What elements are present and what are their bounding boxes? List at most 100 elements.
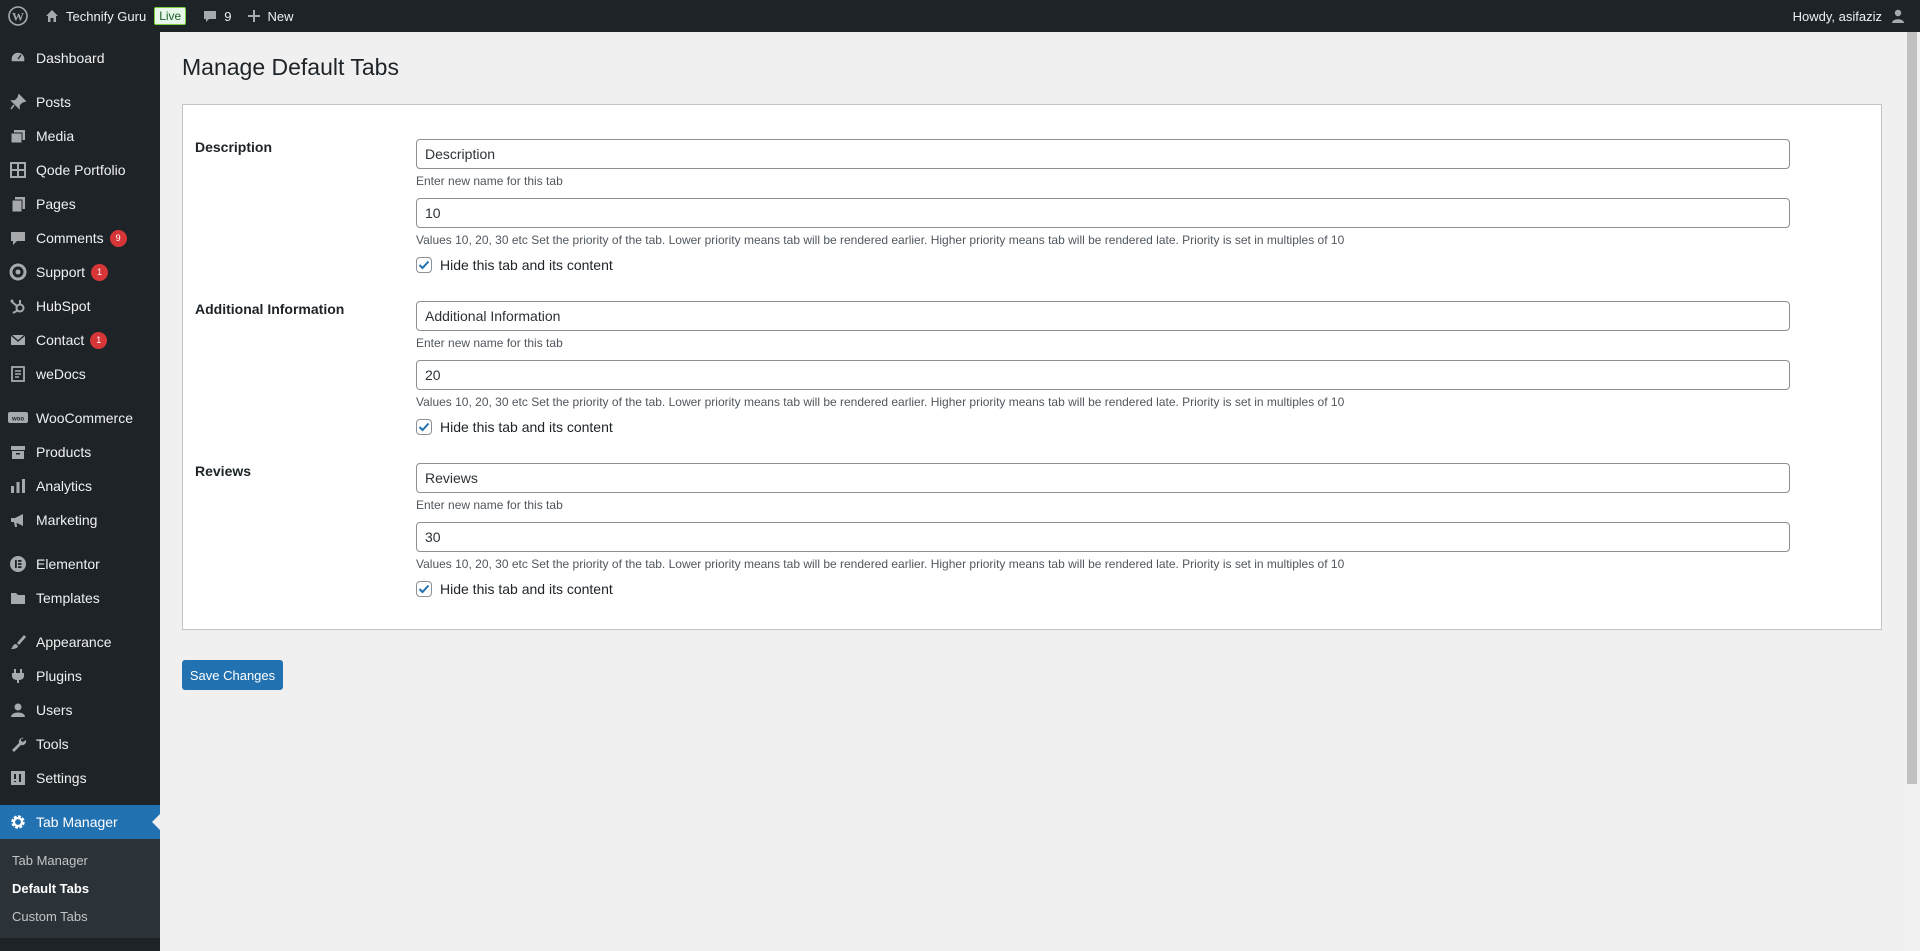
menu-settings[interactable]: Settings xyxy=(0,761,160,795)
tab-name-hint: Enter new name for this tab xyxy=(416,498,563,512)
menu-label: Elementor xyxy=(36,556,100,572)
howdy-text: Howdy, asifaziz xyxy=(1792,8,1882,24)
menu-posts[interactable]: Posts xyxy=(0,85,160,119)
hide-tab-option: Hide this tab and its content xyxy=(416,419,1869,435)
hide-tab-option: Hide this tab and its content xyxy=(416,581,1869,597)
menu-label: Comments xyxy=(36,230,104,246)
woo-icon: woo xyxy=(8,408,28,428)
checkmark-icon xyxy=(418,584,430,594)
hide-tab-label: Hide this tab and its content xyxy=(440,419,613,435)
menu-label: Analytics xyxy=(36,478,93,494)
tab-label: Additional Information xyxy=(195,301,345,317)
grid-icon xyxy=(8,160,28,180)
submenu-default-tabs[interactable]: Default Tabs xyxy=(0,874,160,902)
dashboard-icon xyxy=(8,48,28,68)
menu-label: Products xyxy=(36,444,92,460)
menu-label: Contact xyxy=(36,332,85,348)
menu-label: Settings xyxy=(36,770,87,786)
tab-section-reviews: Reviews Reviews Enter new name for this … xyxy=(195,449,1869,597)
checkmark-icon xyxy=(418,260,430,270)
tab-priority-hint: Values 10, 20, 30 etc Set the priority o… xyxy=(416,395,1345,409)
comments-count: 9 xyxy=(224,8,232,24)
pin-icon xyxy=(8,92,28,112)
menu-wedocs[interactable]: weDocs xyxy=(0,357,160,391)
hide-tab-label: Hide this tab and its content xyxy=(440,581,613,597)
media-icon xyxy=(8,126,28,146)
menu-support[interactable]: Support 1 xyxy=(0,255,160,289)
support-count-badge: 1 xyxy=(91,263,109,281)
scrollbar-thumb[interactable] xyxy=(1907,32,1917,784)
menu-label: Dashboard xyxy=(36,50,105,66)
settings-icon xyxy=(8,768,28,788)
menu-comments[interactable]: Comments 9 xyxy=(0,221,160,255)
tab-label: Reviews xyxy=(195,463,252,479)
docs-icon xyxy=(8,364,28,384)
tab-manager-submenu: Tab Manager Default Tabs Custom Tabs xyxy=(0,839,160,938)
admin-sidebar: Dashboard Posts Media Qode Portfolio Pag… xyxy=(0,32,160,951)
user-icon xyxy=(8,700,28,720)
menu-label: Templates xyxy=(36,590,100,606)
menu-pages[interactable]: Pages xyxy=(0,187,160,221)
comment-icon xyxy=(8,228,28,248)
submenu-tab-manager[interactable]: Tab Manager xyxy=(0,846,160,874)
tab-priority-input[interactable]: 20 xyxy=(416,360,1790,390)
tab-priority-input[interactable]: 10 xyxy=(416,198,1790,228)
menu-label: Plugins xyxy=(36,668,82,684)
site-name-link[interactable]: Technify Guru Live xyxy=(36,0,194,32)
new-content-link[interactable]: New xyxy=(239,0,301,32)
tab-name-input[interactable]: Reviews xyxy=(416,463,1790,493)
support-icon xyxy=(8,262,28,282)
folder-icon xyxy=(8,588,28,608)
menu-label: weDocs xyxy=(36,366,86,382)
menu-label: Users xyxy=(36,702,73,718)
comments-link[interactable]: 9 xyxy=(194,0,239,32)
tab-priority-input[interactable]: 30 xyxy=(416,522,1790,552)
tab-name-input[interactable]: Additional Information xyxy=(416,301,1790,331)
tab-name-hint: Enter new name for this tab xyxy=(416,336,563,350)
submenu-custom-tabs[interactable]: Custom Tabs xyxy=(0,902,160,930)
menu-marketing[interactable]: Marketing xyxy=(0,503,160,537)
live-badge: Live xyxy=(154,7,187,25)
menu-tab-manager[interactable]: Tab Manager xyxy=(0,805,160,839)
menu-hubspot[interactable]: HubSpot xyxy=(0,289,160,323)
menu-templates[interactable]: Templates xyxy=(0,581,160,615)
menu-label: Appearance xyxy=(36,634,112,650)
menu-media[interactable]: Media xyxy=(0,119,160,153)
menu-label: HubSpot xyxy=(36,298,91,314)
tab-section-description: Description Description Enter new name f… xyxy=(195,125,1869,273)
tab-label: Description xyxy=(195,139,273,155)
archive-icon xyxy=(8,442,28,462)
home-icon xyxy=(44,8,60,24)
hide-tab-checkbox[interactable] xyxy=(416,419,432,435)
menu-tools[interactable]: Tools xyxy=(0,727,160,761)
menu-label: Qode Portfolio xyxy=(36,162,126,178)
tab-priority-hint: Values 10, 20, 30 etc Set the priority o… xyxy=(416,557,1345,571)
chart-icon xyxy=(8,476,28,496)
menu-dashboard[interactable]: Dashboard xyxy=(0,41,160,75)
svg-text:W: W xyxy=(12,10,24,24)
menu-elementor[interactable]: Elementor xyxy=(0,547,160,581)
menu-appearance[interactable]: Appearance xyxy=(0,625,160,659)
menu-label: Media xyxy=(36,128,75,144)
menu-label: Tools xyxy=(36,736,69,752)
wordpress-logo-icon[interactable]: W xyxy=(0,0,36,32)
hide-tab-option: Hide this tab and its content xyxy=(416,257,1869,273)
hubspot-icon xyxy=(8,296,28,316)
hide-tab-checkbox[interactable] xyxy=(416,581,432,597)
tab-name-input[interactable]: Description xyxy=(416,139,1790,169)
my-account-link[interactable]: Howdy, asifaziz xyxy=(1785,0,1920,32)
pages-icon xyxy=(8,194,28,214)
menu-woocommerce[interactable]: woo WooCommerce xyxy=(0,401,160,435)
contact-count-badge: 1 xyxy=(90,331,108,349)
menu-contact[interactable]: Contact 1 xyxy=(0,323,160,357)
save-changes-button[interactable]: Save Changes xyxy=(182,660,283,690)
hide-tab-checkbox[interactable] xyxy=(416,257,432,273)
menu-qode-portfolio[interactable]: Qode Portfolio xyxy=(0,153,160,187)
menu-products[interactable]: Products xyxy=(0,435,160,469)
menu-plugins[interactable]: Plugins xyxy=(0,659,160,693)
page-scrollbar[interactable] xyxy=(1904,32,1920,951)
megaphone-icon xyxy=(8,510,28,530)
menu-label: Posts xyxy=(36,94,72,110)
menu-analytics[interactable]: Analytics xyxy=(0,469,160,503)
menu-users[interactable]: Users xyxy=(0,693,160,727)
